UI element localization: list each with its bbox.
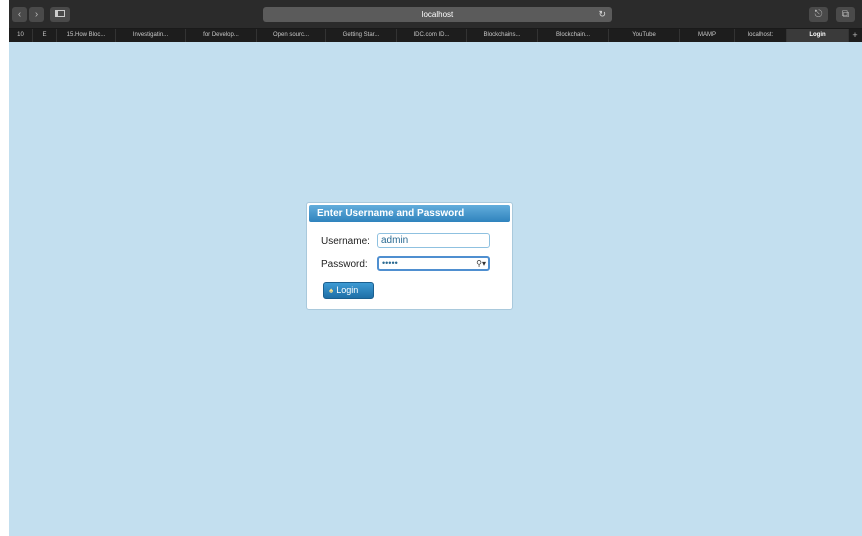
sidebar-icon	[55, 9, 65, 17]
url-text: localhost	[421, 10, 454, 19]
tab-open-sourc[interactable]: Open sourc...	[257, 29, 326, 42]
tab-youtube[interactable]: YouTube	[609, 29, 680, 42]
login-heading: Enter Username and Password	[309, 205, 510, 222]
tab-label: E	[42, 32, 47, 38]
tab-localhost[interactable]: localhost:	[735, 29, 787, 42]
tab-getting-star[interactable]: Getting Star...	[326, 29, 397, 42]
tab-investigatin[interactable]: Investigatin...	[116, 29, 186, 42]
username-value: admin	[381, 235, 409, 246]
login-button[interactable]: ♠ Login	[323, 282, 374, 299]
tab-blockchains[interactable]: Blockchains...	[467, 29, 538, 42]
tab-idc[interactable]: IDC.com ID...	[397, 29, 467, 42]
username-label: Username:	[321, 236, 370, 247]
tabs-overview-button[interactable]: ⧉	[836, 7, 855, 22]
tab-label: Blockchains...	[483, 32, 521, 38]
address-bar[interactable]: localhost ↻	[263, 7, 612, 22]
share-icon: ⎋	[814, 9, 823, 20]
password-value: •••••	[382, 258, 398, 268]
share-button[interactable]: ⎋	[809, 7, 828, 22]
tab-blockchain[interactable]: Blockchain...	[538, 29, 609, 42]
reload-icon[interactable]: ↻	[598, 7, 606, 22]
login-button-label: Login	[336, 285, 359, 295]
browser-toolbar: ‹ › localhost ↻ ⎋ ⧉	[9, 0, 862, 29]
tab-mamp[interactable]: MAMP	[680, 29, 735, 42]
tab-label: for Develop...	[203, 32, 239, 38]
tab-label: Investigatin...	[132, 32, 169, 38]
tab-label: IDC.com ID...	[413, 32, 450, 38]
password-input[interactable]: ••••• ⚲▾	[377, 256, 490, 271]
password-label: Password:	[321, 259, 368, 270]
chevron-right-icon: ›	[34, 9, 39, 20]
tab-label: Blockchain...	[555, 32, 591, 38]
tab-label: 10	[17, 32, 24, 38]
back-button[interactable]: ‹	[12, 7, 27, 22]
tab-label: Open sourc...	[272, 32, 310, 38]
tab-label: Login	[809, 32, 826, 38]
browser-window: ‹ › localhost ↻ ⎋ ⧉ 10 E 15.How Bloc... …	[9, 0, 862, 536]
tab-e[interactable]: E	[33, 29, 57, 42]
tab-label: Getting Star...	[342, 32, 380, 38]
tab-bar: 10 E 15.How Bloc... Investigatin... for …	[9, 29, 862, 42]
login-panel: Enter Username and Password Username: ad…	[306, 202, 513, 310]
tab-10[interactable]: 10	[9, 29, 33, 42]
key-dropdown-icon[interactable]: ⚲▾	[476, 258, 486, 269]
tab-login[interactable]: Login	[787, 29, 849, 42]
tab-label: 15.How Bloc...	[66, 32, 106, 38]
tabs-overview-icon: ⧉	[841, 9, 850, 20]
tab-how-bloc[interactable]: 15.How Bloc...	[57, 29, 116, 42]
tab-for-develop[interactable]: for Develop...	[186, 29, 257, 42]
new-tab-button[interactable]: +	[850, 29, 860, 42]
tab-label: YouTube	[632, 32, 656, 38]
forward-button[interactable]: ›	[29, 7, 44, 22]
tab-label: MAMP	[698, 32, 716, 38]
sidebar-button[interactable]	[50, 7, 70, 22]
username-input[interactable]: admin	[377, 233, 490, 248]
chevron-left-icon: ‹	[17, 9, 22, 20]
user-login-icon: ♠	[329, 286, 334, 295]
tab-label: localhost:	[747, 32, 774, 38]
